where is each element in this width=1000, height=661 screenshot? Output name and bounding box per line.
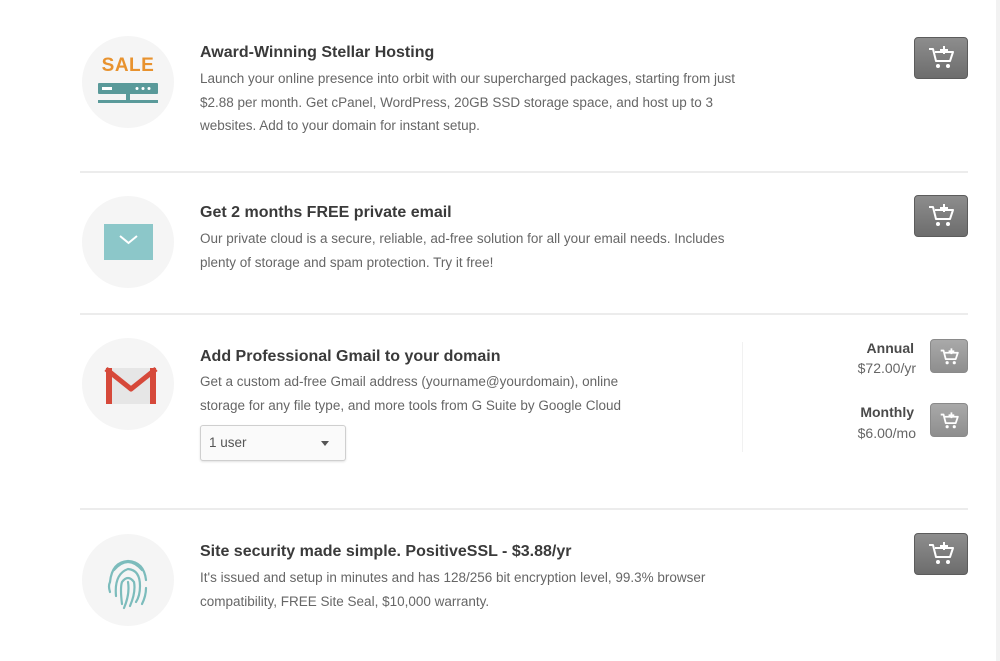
product-title: Site security made simple. PositiveSSL -… (200, 543, 572, 560)
icon-circle (82, 196, 174, 288)
price-annual: $72.00/yr (857, 360, 916, 376)
icon-circle (82, 534, 174, 626)
add-to-cart-button[interactable] (914, 37, 968, 79)
chevron-down-icon (321, 441, 329, 446)
description-line: websites. Add to your domain for instant… (200, 118, 480, 133)
scrollbar-track[interactable] (996, 0, 1000, 661)
row-divider (80, 313, 968, 315)
description-line: storage for any file type, and more tool… (200, 397, 621, 413)
cart-plus-icon (929, 542, 954, 564)
price-label-monthly: Monthly (860, 404, 914, 420)
description-line: It's issued and setup in minutes and has… (200, 570, 706, 585)
product-row-ssl: Site security made simple. PositiveSSL -… (80, 524, 968, 644)
user-count-select[interactable]: 1 user (200, 425, 346, 461)
description-line: Our private cloud is a secure, reliable,… (200, 231, 725, 246)
price-monthly: $6.00/mo (857, 425, 916, 441)
cart-plus-icon (929, 46, 954, 68)
product-row-gmail: Add Professional Gmail to your domain Ge… (80, 328, 968, 498)
product-description: It's issued and setup in minutes and has… (200, 566, 705, 613)
row-divider (80, 171, 968, 173)
product-row-hosting: SALE Award-Winning Stellar Hosting Launc… (80, 26, 968, 166)
price-label-annual: Annual (866, 340, 914, 356)
user-count-value: 1 user (209, 435, 247, 450)
gmail-icon (104, 367, 158, 404)
envelope-icon (104, 224, 153, 260)
cart-plus-icon (929, 204, 954, 226)
column-separator (742, 342, 743, 452)
add-to-cart-button[interactable] (914, 195, 968, 237)
description-line: Get a custom ad-free Gmail address (your… (200, 374, 619, 389)
product-description: Get a custom ad-free Gmail address (your… (200, 370, 621, 417)
add-annual-to-cart-button[interactable] (930, 339, 968, 373)
product-title: Award-Winning Stellar Hosting (200, 44, 435, 61)
sale-server-icon: SALE (82, 36, 174, 128)
cart-plus-icon (940, 348, 959, 365)
description-line: Launch your online presence into orbit w… (200, 71, 736, 86)
product-description: Our private cloud is a secure, reliable,… (200, 227, 725, 274)
product-description: Launch your online presence into orbit w… (200, 67, 735, 138)
add-to-cart-button[interactable] (914, 533, 968, 575)
add-monthly-to-cart-button[interactable] (930, 403, 968, 437)
description-line: compatibility, FREE Site Seal, $10,000 w… (200, 593, 490, 609)
fingerprint-icon (107, 559, 148, 610)
icon-circle: SALE (82, 36, 174, 128)
product-title: Add Professional Gmail to your domain (200, 348, 501, 365)
product-title: Get 2 months FREE private email (200, 204, 452, 221)
cart-plus-icon (940, 412, 959, 429)
product-row-email: Get 2 months FREE private email Our priv… (80, 186, 968, 306)
description-line: plenty of storage and spam protection. T… (200, 254, 494, 270)
description-line: $2.88 per month. Get cPanel, WordPress, … (200, 94, 714, 110)
icon-circle (82, 338, 174, 430)
row-divider (80, 508, 968, 510)
